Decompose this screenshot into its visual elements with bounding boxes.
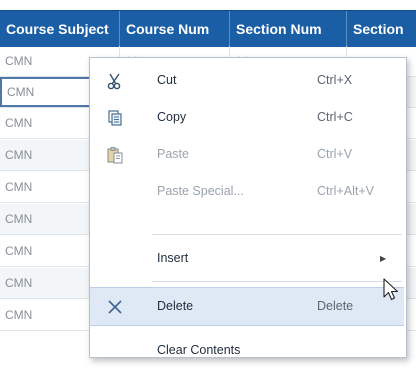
menu-separator	[152, 281, 402, 282]
scissors-icon	[104, 70, 126, 92]
menu-item-label: Insert	[157, 251, 189, 265]
column-header-section[interactable]: Section	[347, 11, 416, 47]
menu-item-copy[interactable]: Copy Ctrl+C	[90, 99, 406, 136]
menu-item-shortcut: Delete	[317, 299, 354, 313]
context-menu: Cut Ctrl+X Copy Ctrl+C Paste Ctrl+V Past…	[89, 57, 407, 358]
menu-item-paste[interactable]: Paste Ctrl+V	[90, 136, 406, 173]
menu-item-label: Delete	[157, 299, 194, 313]
menu-item-label: Paste Special...	[157, 184, 244, 198]
menu-separator	[152, 234, 402, 235]
menu-item-shortcut: Ctrl+V	[317, 147, 353, 161]
menu-item-label: Cut	[157, 73, 177, 87]
column-header-course-subject[interactable]: Course Subject	[0, 11, 120, 47]
menu-item-shortcut: Ctrl+Alt+V	[317, 184, 374, 198]
menu-item-label: Clear Contents	[157, 343, 241, 357]
column-header-course-num[interactable]: Course Num	[120, 11, 230, 47]
column-header-section-num[interactable]: Section Num	[230, 11, 347, 47]
menu-item-clear-contents[interactable]: Clear Contents	[90, 332, 406, 369]
selected-cell[interactable]: CMN	[0, 77, 95, 107]
menu-item-cut[interactable]: Cut Ctrl+X	[90, 62, 406, 99]
close-icon	[104, 296, 126, 318]
menu-item-insert[interactable]: Insert ▶	[90, 240, 406, 277]
grid-top-strip	[0, 0, 416, 10]
copy-icon	[104, 107, 126, 129]
menu-item-label: Copy	[157, 110, 187, 124]
menu-item-paste-special[interactable]: Paste Special... Ctrl+Alt+V	[90, 173, 406, 210]
menu-item-shortcut: Ctrl+X	[317, 73, 353, 87]
submenu-arrow-icon: ▶	[380, 254, 387, 263]
column-header-row: Course Subject Course Num Section Num Se…	[0, 10, 416, 47]
menu-item-label: Paste	[157, 147, 189, 161]
menu-item-delete[interactable]: Delete Delete	[90, 287, 404, 326]
mouse-pointer-icon	[383, 278, 401, 302]
paste-icon	[104, 144, 126, 166]
menu-item-shortcut: Ctrl+C	[317, 110, 353, 124]
